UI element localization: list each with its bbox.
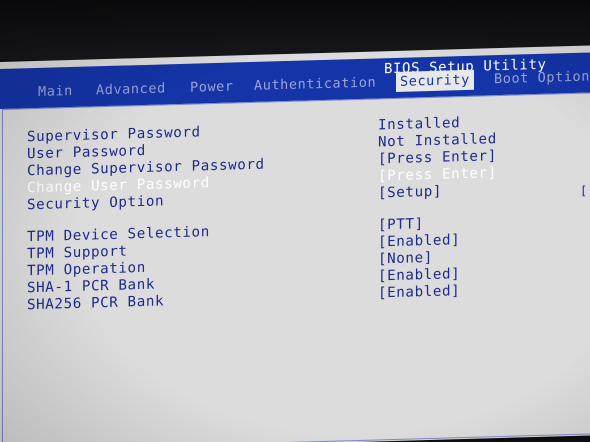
tpm-device-selection-value[interactable]: [PTT] (378, 216, 424, 233)
user-password-label: User Password (27, 142, 146, 163)
help-panel-marker: [ (580, 183, 588, 198)
tab-power[interactable]: Power (186, 77, 238, 96)
sha256-pcr-bank-value[interactable]: [Enabled] (378, 283, 460, 301)
tpm-operation-item[interactable]: TPM Operation (27, 260, 146, 279)
tab-authentication[interactable]: Authentication (250, 73, 380, 95)
sha1-pcr-bank-value[interactable]: [Enabled] (378, 266, 460, 284)
user-password-status: Not Installed (378, 131, 497, 151)
tpm-operation-value[interactable]: [None] (378, 250, 433, 268)
tab-boot-option[interactable]: Boot Option (490, 67, 590, 88)
tpm-support-item[interactable]: TPM Support (27, 243, 128, 262)
change-supervisor-password-value[interactable]: [Press Enter] (378, 148, 497, 167)
tab-security[interactable]: Security (396, 69, 474, 92)
supervisor-password-status: Installed (378, 115, 461, 134)
security-option-value[interactable]: [Setup] (378, 184, 442, 202)
tab-main[interactable]: Main (34, 82, 77, 101)
tab-advanced[interactable]: Advanced (92, 79, 170, 99)
photo-frame: BIOS Setup Utility Main Advanced Power A… (0, 0, 590, 442)
change-user-password-value[interactable]: [Press Enter] (378, 165, 497, 184)
bios-screen: BIOS Setup Utility Main Advanced Power A… (0, 45, 590, 442)
tpm-support-value[interactable]: [Enabled] (378, 232, 460, 250)
